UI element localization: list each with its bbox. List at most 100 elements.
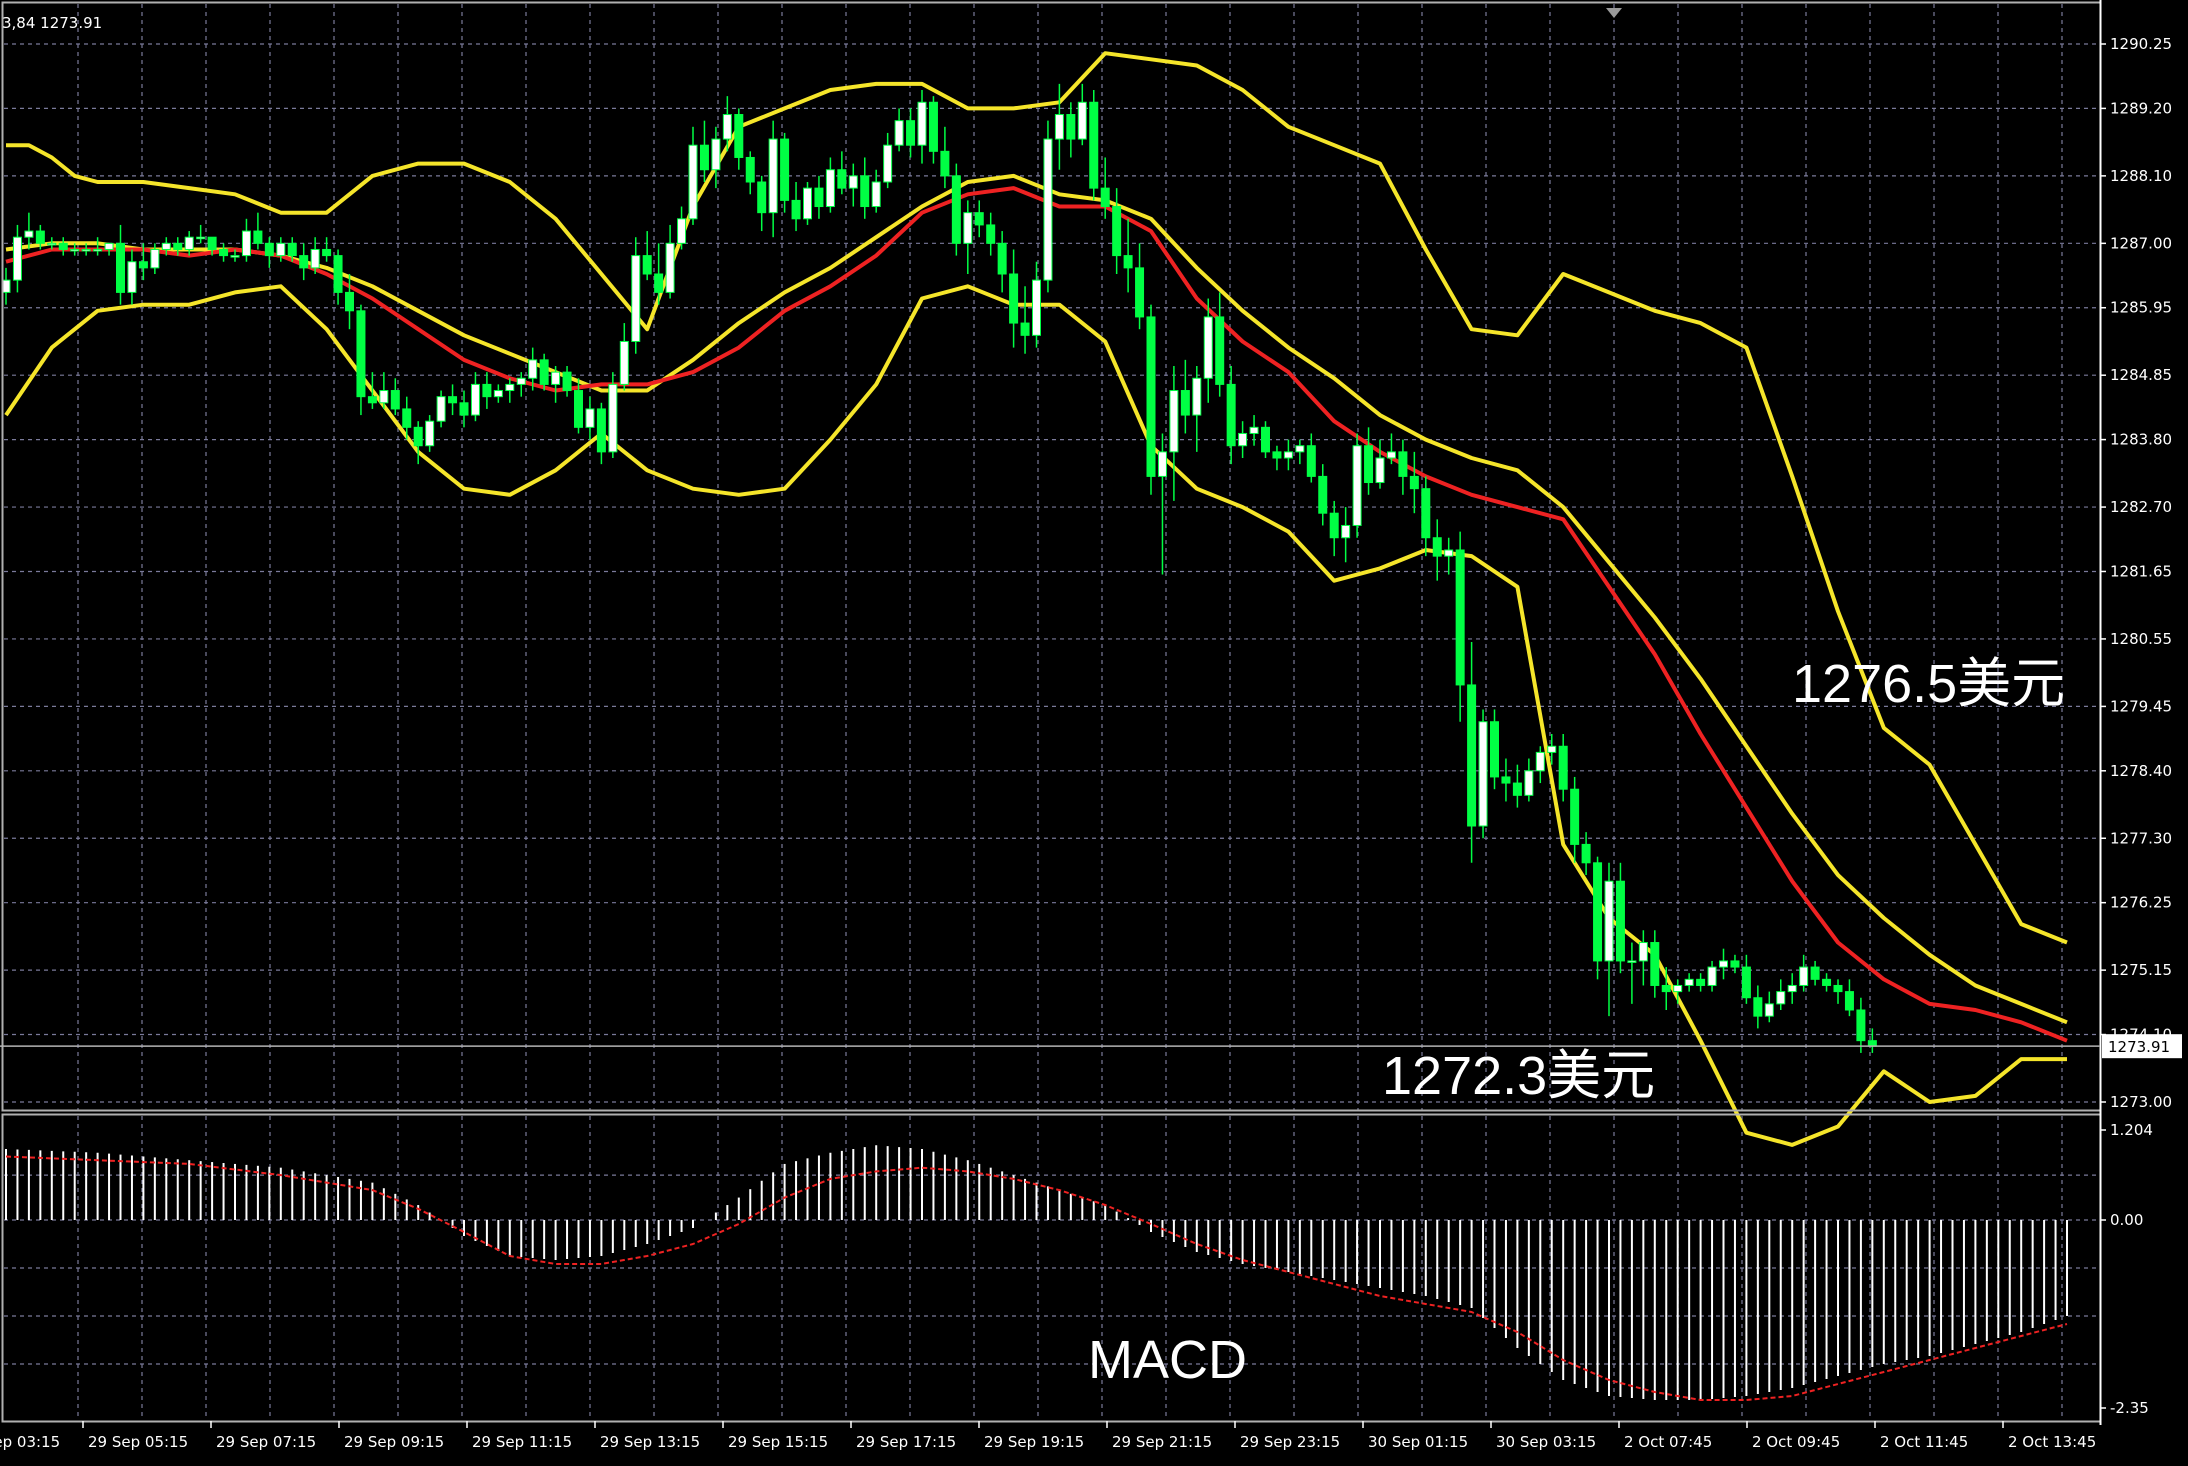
candle-bearish (642, 255, 652, 275)
candle-bearish (906, 120, 916, 146)
candle-bullish (1249, 426, 1259, 434)
candle-bullish (1707, 966, 1717, 986)
candle-bullish (276, 242, 286, 257)
candle-bearish (974, 212, 984, 226)
candle-bullish (1077, 101, 1087, 140)
candle-bullish (1341, 524, 1351, 539)
price-readout: 3,84 1273.91 (2, 14, 102, 32)
time-tick-label: 30 Sep 03:15 (1496, 1433, 1596, 1451)
candle-bearish (1867, 1040, 1877, 1047)
candle-bullish (70, 248, 80, 252)
candle-bullish (665, 242, 675, 293)
candle-bearish (1318, 475, 1328, 514)
candle-bearish (1615, 880, 1625, 962)
time-tick-label: 29 Sep 15:15 (728, 1433, 828, 1451)
candle-bearish (860, 175, 870, 208)
candle-bullish (161, 242, 171, 250)
candle-bullish (711, 138, 721, 171)
candle-bullish (241, 230, 251, 257)
candle-bearish (207, 236, 217, 250)
candle-bearish (986, 224, 996, 244)
time-tick-label: 2 Oct 09:45 (1752, 1433, 1840, 1451)
time-tick-label: 30 Sep 01:15 (1368, 1433, 1468, 1451)
price-tick-label: 1276.25 (2110, 894, 2172, 912)
candle-bearish (482, 383, 492, 398)
candle-bullish (1192, 377, 1202, 416)
candle-bullish (1764, 1003, 1774, 1017)
lower-band-price-annotation: 1272.3美元 (1382, 1046, 1655, 1106)
candle-bullish (1776, 991, 1786, 1005)
price-tick-label: 1285.95 (2110, 299, 2172, 317)
candle-bearish (1661, 984, 1671, 993)
candle-bearish (1696, 978, 1706, 986)
candle-bearish (264, 242, 274, 257)
price-tick-label: 1279.45 (2110, 697, 2172, 715)
candle-bullish (1684, 978, 1694, 986)
price-tick-label: 1287.00 (2110, 234, 2172, 252)
candle-bearish (1306, 445, 1316, 477)
candle-bearish (219, 248, 229, 257)
candle-bearish (356, 310, 366, 398)
price-tick-label: 1280.55 (2110, 630, 2172, 648)
time-tick-label: 29 Sep 11:15 (472, 1433, 572, 1451)
candle-bearish (1558, 745, 1568, 790)
candle-bullish (1524, 770, 1534, 796)
candle-bearish (1581, 843, 1591, 864)
trading-chart[interactable]: 1290.25 1289.20 1288.10 1287.00 1285.95 1284.… (0, 0, 2188, 1466)
candle-bullish (1043, 138, 1053, 281)
candle-bearish (116, 242, 125, 293)
time-tick-label: 29 Sep 19:15 (984, 1433, 1084, 1451)
candle-bearish (287, 242, 297, 257)
candle-bearish (1146, 316, 1156, 477)
candle-bearish (1593, 862, 1603, 962)
candle-bullish (150, 248, 160, 269)
candle-bearish (1089, 101, 1099, 189)
candle-bullish (1203, 316, 1213, 379)
candle-bearish (940, 150, 950, 177)
candle-bullish (585, 408, 595, 428)
chart-background (0, 0, 2188, 1466)
time-tick-label: 29 Sep 05:15 (88, 1433, 188, 1451)
candle-bearish (345, 291, 354, 312)
candle-bearish (1741, 966, 1751, 999)
macd-tick-label: 1.204 (2110, 1121, 2153, 1139)
price-tick-label: 1289.20 (2110, 99, 2172, 117)
price-tick-label: 1277.30 (2110, 829, 2172, 847)
time-tick-label: 29 Sep 03:15 (0, 1433, 60, 1451)
candle-bullish (768, 138, 778, 214)
candle-bearish (322, 248, 332, 257)
candle-bullish (1604, 880, 1614, 962)
candle-bearish (539, 359, 549, 385)
candle-bullish (230, 255, 240, 258)
candle-bullish (1386, 451, 1396, 459)
candle-bearish (1730, 960, 1740, 968)
candle-bearish (1856, 1009, 1866, 1042)
candle-bearish (745, 156, 755, 183)
candle-bearish (757, 181, 767, 214)
candle-bearish (413, 426, 423, 447)
candle-bullish (12, 236, 22, 281)
candle-bullish (917, 101, 927, 146)
candle-bullish (1283, 451, 1293, 459)
candle-bullish (310, 248, 320, 269)
time-tick-label: 29 Sep 07:15 (216, 1433, 316, 1451)
candle-bullish (803, 187, 812, 220)
candle-bullish (631, 255, 641, 342)
candle-bullish (196, 236, 206, 240)
candle-bearish (1180, 390, 1190, 416)
price-tick-label: 1282.70 (2110, 498, 2172, 516)
candle-bearish (837, 169, 847, 189)
candle-bearish (1215, 316, 1225, 385)
price-tick-label: 1288.10 (2110, 167, 2172, 185)
candle-bullish (379, 390, 389, 404)
time-tick-label: 29 Sep 23:15 (1240, 1433, 1340, 1451)
candle-bearish (699, 144, 709, 171)
candle-bearish (333, 255, 343, 293)
candle-bearish (1432, 537, 1442, 557)
candle-bullish (871, 181, 881, 208)
candle-bearish (1822, 978, 1832, 986)
candle-bullish (1157, 451, 1167, 477)
price-tick-label: 1284.85 (2110, 366, 2172, 384)
candle-bullish (47, 242, 57, 246)
candle-bullish (677, 218, 687, 244)
